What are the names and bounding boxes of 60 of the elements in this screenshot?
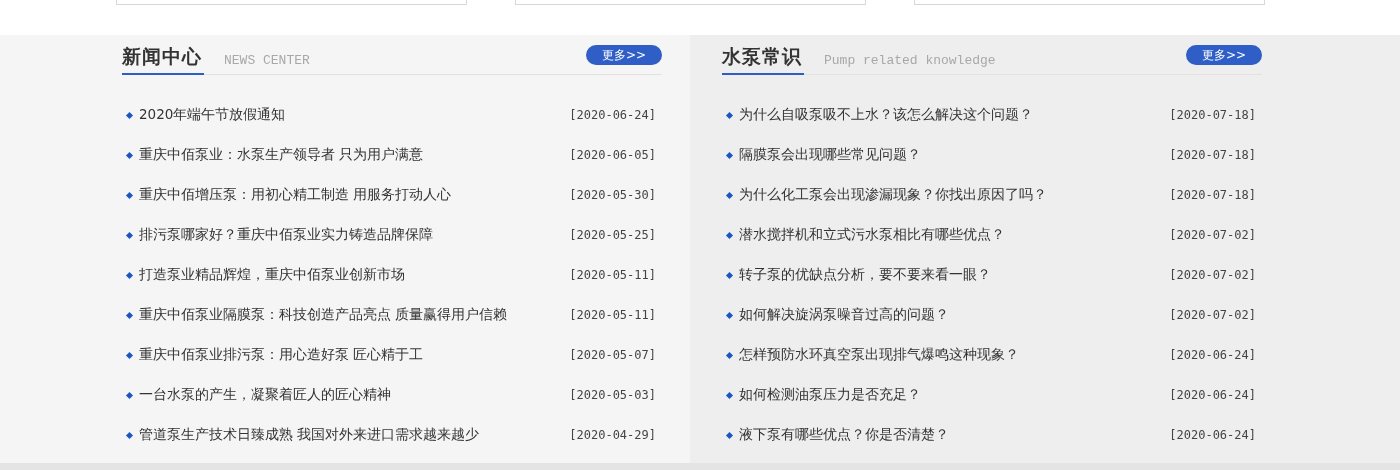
news-date: [2020-05-11] bbox=[569, 268, 656, 282]
bullet-icon bbox=[725, 111, 734, 119]
news-date: [2020-06-24] bbox=[1169, 428, 1256, 442]
news-date: [2020-07-02] bbox=[1169, 308, 1256, 322]
bullet-icon bbox=[725, 151, 734, 159]
news-date: [2020-07-02] bbox=[1169, 228, 1256, 242]
news-link[interactable]: 一台水泵的产生，凝聚着匠人的匠心精神 bbox=[139, 386, 391, 404]
section-title: 新闻中心 bbox=[122, 44, 204, 75]
news-link[interactable]: 如何解决旋涡泵噪音过高的问题？ bbox=[739, 306, 949, 324]
news-link[interactable]: 为什么化工泵会出现渗漏现象？你找出原因了吗？ bbox=[739, 186, 1047, 204]
bullet-icon bbox=[125, 391, 134, 399]
news-date: [2020-07-18] bbox=[1169, 108, 1256, 122]
bullet-icon bbox=[125, 271, 134, 279]
news-link[interactable]: 怎样预防水环真空泵出现排气爆鸣这种现象？ bbox=[739, 346, 1019, 364]
bullet-icon bbox=[125, 151, 134, 159]
news-date: [2020-05-07] bbox=[569, 348, 656, 362]
bullet-icon bbox=[125, 231, 134, 239]
more-button[interactable]: 更多>> bbox=[1186, 45, 1262, 65]
bullet-icon bbox=[725, 351, 734, 359]
news-link[interactable]: 潜水搅拌机和立式污水泵相比有哪些优点？ bbox=[739, 226, 1005, 244]
news-date: [2020-05-03] bbox=[569, 388, 656, 402]
news-date: [2020-07-18] bbox=[1169, 148, 1256, 162]
news-date: [2020-05-11] bbox=[569, 308, 656, 322]
news-link[interactable]: 2020年端午节放假通知 bbox=[139, 106, 286, 124]
bullet-icon bbox=[725, 231, 734, 239]
bullet-icon bbox=[725, 191, 734, 199]
news-date: [2020-05-30] bbox=[569, 188, 656, 202]
bullet-icon bbox=[725, 391, 734, 399]
news-link[interactable]: 重庆中佰泵业隔膜泵：科技创造产品亮点 质量赢得用户信赖 bbox=[139, 306, 508, 324]
bullet-icon bbox=[125, 431, 134, 439]
section-subtitle: Pump related knowledge bbox=[824, 53, 996, 68]
news-link[interactable]: 管道泵生产技术日臻成熟 我国对外来进口需求越来越少 bbox=[139, 426, 480, 444]
news-date: [2020-06-24] bbox=[569, 108, 656, 122]
news-link[interactable]: 重庆中佰泵业：水泵生产领导者 只为用户满意 bbox=[139, 146, 424, 164]
news-link[interactable]: 隔膜泵会出现哪些常见问题？ bbox=[739, 146, 921, 164]
news-date: [2020-06-24] bbox=[1169, 388, 1256, 402]
section-subtitle: NEWS CENTER bbox=[224, 53, 310, 68]
bullet-icon bbox=[125, 111, 134, 119]
news-link[interactable]: 打造泵业精品辉煌，重庆中佰泵业创新市场 bbox=[139, 266, 405, 284]
news-date: [2020-06-05] bbox=[569, 148, 656, 162]
bullet-icon bbox=[125, 191, 134, 199]
bullet-icon bbox=[725, 311, 734, 319]
news-date: [2020-07-18] bbox=[1169, 188, 1256, 202]
bullet-icon bbox=[725, 271, 734, 279]
news-link[interactable]: 排污泵哪家好？重庆中佰泵业实力铸造品牌保障 bbox=[139, 226, 433, 244]
news-date: [2020-04-29] bbox=[569, 428, 656, 442]
news-link[interactable]: 如何检测油泵压力是否充足？ bbox=[739, 386, 921, 404]
news-date: [2020-06-24] bbox=[1169, 348, 1256, 362]
bullet-icon bbox=[125, 311, 134, 319]
news-link[interactable]: 为什么自吸泵吸不上水？该怎么解决这个问题？ bbox=[739, 106, 1033, 124]
news-link[interactable]: 液下泵有哪些优点？你是否清楚？ bbox=[739, 426, 949, 444]
news-date: [2020-05-25] bbox=[569, 228, 656, 242]
bullet-icon bbox=[725, 431, 734, 439]
news-link[interactable]: 重庆中佰泵业排污泵：用心造好泵 匠心精于工 bbox=[139, 346, 424, 364]
news-date: [2020-07-02] bbox=[1169, 268, 1256, 282]
news-link[interactable]: 转子泵的优缺点分析，要不要来看一眼？ bbox=[739, 266, 991, 284]
bullet-icon bbox=[125, 351, 134, 359]
news-link[interactable]: 重庆中佰增压泵：用初心精工制造 用服务打动人心 bbox=[139, 186, 452, 204]
more-button[interactable]: 更多>> bbox=[586, 45, 662, 65]
section-title: 水泵常识 bbox=[722, 44, 804, 75]
